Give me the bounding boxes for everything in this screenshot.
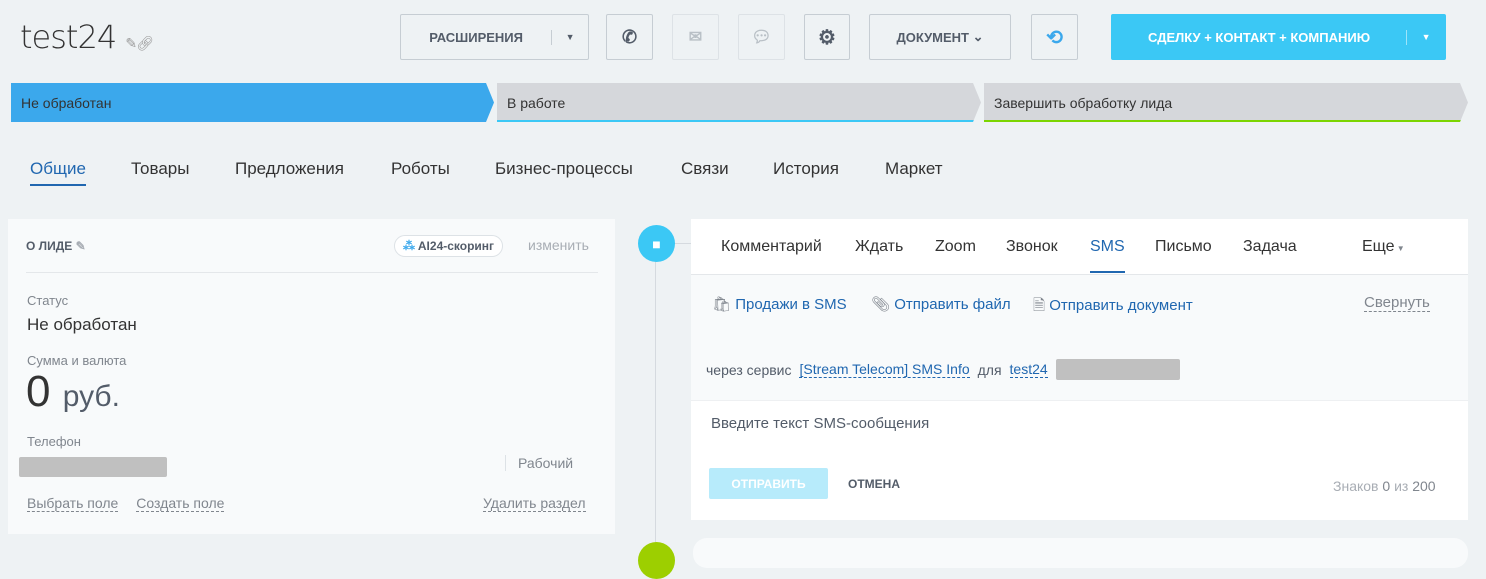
scoring-badge[interactable]: ⁂ AI24-скоринг xyxy=(394,235,504,257)
recipient-phone-redacted xyxy=(1055,359,1180,380)
timeline-item xyxy=(693,538,1468,568)
field-actions: Выбрать поле Создать поле xyxy=(27,495,225,512)
chat-button[interactable]: 💬︎ xyxy=(738,14,785,60)
tab-history[interactable]: История xyxy=(773,159,839,179)
chevron-down-icon: ⌄ xyxy=(972,29,984,44)
convert-button[interactable]: ⟲ xyxy=(1031,14,1078,60)
stage-label: В работе xyxy=(507,94,566,111)
cancel-button[interactable]: ОТМЕНА xyxy=(848,477,900,491)
via-label: через сервис xyxy=(706,361,792,378)
select-field-link[interactable]: Выбрать поле xyxy=(27,495,119,512)
mail-icon: ✉ xyxy=(688,29,703,46)
section-heading: О ЛИДЕ ✎ xyxy=(26,239,86,253)
scoring-icon: ⁂ xyxy=(403,239,415,253)
link-icon[interactable]: 🔗︎ xyxy=(136,36,154,52)
phone-label: Телефон xyxy=(27,434,81,449)
recipient-selector[interactable]: test24 xyxy=(1009,361,1048,378)
stage-new[interactable]: Не обработан xyxy=(11,83,494,122)
send-file-link[interactable]: 📎︎ Отправить файл xyxy=(871,295,1011,313)
comment-icon: ■ xyxy=(638,225,675,262)
sum-value: 0 руб. xyxy=(26,367,120,416)
tab-wait[interactable]: Ждать xyxy=(855,238,903,256)
create-label: СДЕЛКУ + КОНТАКТ + КОМПАНИЮ xyxy=(1112,29,1408,45)
chat-icon: 💬︎ xyxy=(751,29,772,46)
delete-section-link[interactable]: Удалить раздел xyxy=(483,495,586,512)
tab-market[interactable]: Маркет xyxy=(885,159,943,179)
settings-button[interactable]: ⚙ xyxy=(804,14,850,60)
tab-task[interactable]: Задача xyxy=(1243,238,1297,256)
tab-zoom[interactable]: Zoom xyxy=(935,238,976,256)
stage-finish[interactable]: Завершить обработку лида xyxy=(984,83,1468,122)
chevron-down-icon: ▼ xyxy=(1394,244,1405,253)
extensions-button[interactable]: РАСШИРЕНИЯ ▼ xyxy=(400,14,589,60)
sms-text-input[interactable]: Введите текст SMS-сообщения xyxy=(711,415,929,432)
collapse-link[interactable]: Свернуть xyxy=(1364,294,1430,312)
sum-label: Сумма и валюта xyxy=(27,353,127,368)
create-field-link[interactable]: Создать поле xyxy=(136,495,225,512)
tab-email[interactable]: Письмо xyxy=(1155,238,1212,256)
create-deal-button[interactable]: СДЕЛКУ + КОНТАКТ + КОМПАНИЮ ▼ xyxy=(1111,14,1446,60)
extensions-label: РАСШИРЕНИЯ xyxy=(401,29,553,45)
document-icon: 🗎 xyxy=(1033,297,1046,314)
send-document-link[interactable]: 🗎 Отправить документ xyxy=(1033,295,1193,320)
stage-label: Завершить обработку лида xyxy=(994,94,1173,111)
lead-panel: О ЛИДЕ ✎ ⁂ AI24-скоринг изменить Статус … xyxy=(8,219,615,534)
edit-icon[interactable]: ✎ xyxy=(125,36,137,52)
tab-sms[interactable]: SMS xyxy=(1090,238,1125,273)
tab-bizproc[interactable]: Бизнес-процессы xyxy=(495,159,633,179)
more-dropdown[interactable]: Еще ▼ xyxy=(1362,238,1405,256)
tab-robots[interactable]: Роботы xyxy=(391,159,450,179)
tab-products[interactable]: Товары xyxy=(131,159,189,179)
bag-icon: 🛍︎ xyxy=(712,296,732,313)
tab-call[interactable]: Звонок xyxy=(1006,238,1058,256)
divider xyxy=(26,272,598,273)
change-link[interactable]: изменить xyxy=(528,237,589,253)
timeline-line xyxy=(655,243,656,553)
tab-comment[interactable]: Комментарий xyxy=(721,238,822,256)
tab-general[interactable]: Общие xyxy=(30,159,86,186)
chevron-down-icon[interactable]: ▼ xyxy=(552,32,588,42)
phone-icon: ✆ xyxy=(621,26,638,47)
stage-label: Не обработан xyxy=(21,94,112,111)
for-label: для xyxy=(977,361,1002,378)
phone-type: Рабочий xyxy=(505,455,573,471)
status-value: Не обработан xyxy=(27,315,137,334)
char-counter: Знаков 0 из 200 xyxy=(1333,478,1436,494)
document-button[interactable]: ДОКУМЕНТ ⌄ xyxy=(869,14,1011,60)
phone-value-redacted xyxy=(19,457,167,477)
sms-toolbar xyxy=(691,275,1468,401)
page-title: test24 ✎🔗︎ xyxy=(20,18,154,56)
stage-in-progress[interactable]: В работе xyxy=(497,83,981,122)
sms-sender-line: через сервис [Stream Telecom] SMS Info д… xyxy=(706,359,1180,380)
status-label: Статус xyxy=(27,293,69,308)
refresh-icon: ⟲ xyxy=(1046,26,1063,49)
call-button[interactable]: ✆ xyxy=(606,14,653,60)
timeline-dot-icon xyxy=(638,542,675,579)
sales-sms-link[interactable]: 🛍︎ Продажи в SMS xyxy=(712,295,847,313)
document-label: ДОКУМЕНТ xyxy=(896,29,970,45)
email-button[interactable]: ✉ xyxy=(672,14,719,60)
send-button[interactable]: ОТПРАВИТЬ xyxy=(709,468,828,499)
paperclip-icon: 📎︎ xyxy=(871,296,891,313)
gear-icon: ⚙ xyxy=(818,26,836,49)
tab-quotes[interactable]: Предложения xyxy=(235,159,344,179)
edit-icon[interactable]: ✎ xyxy=(76,239,86,253)
chevron-down-icon[interactable]: ▼ xyxy=(1407,32,1445,42)
tab-links[interactable]: Связи xyxy=(681,159,729,179)
service-selector[interactable]: [Stream Telecom] SMS Info xyxy=(799,361,970,378)
